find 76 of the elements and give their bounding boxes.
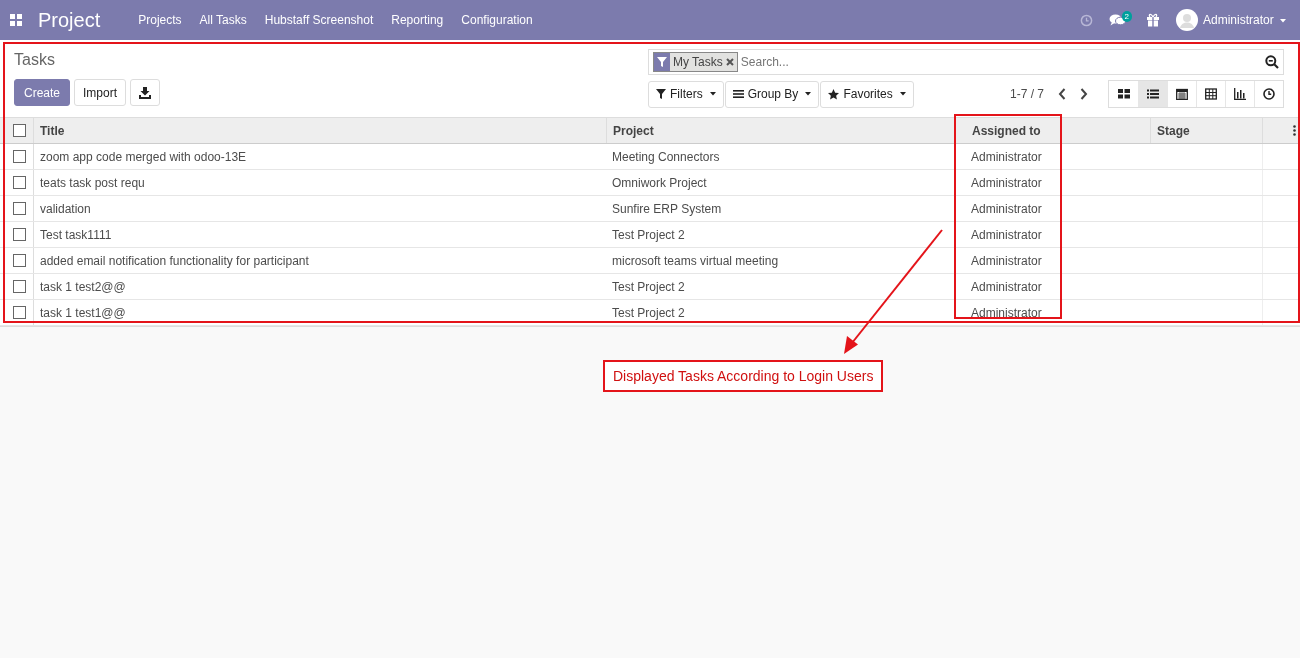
- table-cell: added email notification functionality for participant: [40, 253, 309, 268]
- filter-dropdown-button[interactable]: Favorites: [820, 80, 914, 108]
- star-icon: [828, 88, 840, 100]
- graph-icon: [1234, 88, 1246, 100]
- search-facet[interactable]: My Tasks: [653, 52, 738, 72]
- column-header[interactable]: Assigned to: [955, 118, 1150, 143]
- calendar-icon: [1176, 88, 1188, 100]
- search-icon[interactable]: [1265, 55, 1279, 69]
- row-checkbox[interactable]: [13, 176, 26, 189]
- list-icon: [1147, 88, 1159, 100]
- table-cell: task 1 test1@@: [40, 305, 126, 320]
- menu-link[interactable]: All Tasks: [199, 13, 247, 27]
- caret-icon: [805, 92, 812, 96]
- table-cell: Meeting Connectors: [612, 149, 720, 164]
- app-title: Project: [38, 8, 101, 32]
- table-cell: microsoft teams virtual meeting: [612, 253, 779, 268]
- filter-icon: [656, 89, 666, 99]
- row-checkbox[interactable]: [13, 228, 26, 241]
- pivot-icon: [1205, 88, 1217, 100]
- table-cell: task 1 test2@@: [40, 279, 126, 294]
- gift-icon[interactable]: [1145, 13, 1160, 27]
- activity-icon: [1263, 88, 1275, 100]
- list-icon: [732, 89, 744, 99]
- table-cell: validation: [40, 201, 91, 216]
- apps-grid-icon[interactable]: [10, 14, 22, 26]
- pager-value[interactable]: 1-7 / 7: [1009, 87, 1044, 101]
- row-checkbox[interactable]: [13, 254, 26, 267]
- breadcrumb-title: Tasks: [14, 51, 56, 69]
- row-checkbox[interactable]: [13, 280, 26, 293]
- column-header[interactable]: Project: [606, 118, 955, 143]
- table-cell: Test Project 2: [612, 305, 685, 320]
- menu-link[interactable]: Configuration: [461, 13, 533, 27]
- filter-icon: [657, 57, 667, 67]
- message-count-badge: 2: [1121, 10, 1132, 22]
- filter-dropdown-button[interactable]: Group By: [724, 80, 820, 108]
- table-cell: Test task1111: [40, 227, 112, 242]
- row-checkbox[interactable]: [13, 150, 26, 163]
- table-cell: Sunfire ERP System: [612, 201, 722, 216]
- user-menu[interactable]: Administrator: [1202, 13, 1286, 27]
- list-view-button[interactable]: [1138, 81, 1167, 107]
- search-field[interactable]: My Tasks Search...: [648, 49, 1284, 75]
- create-button[interactable]: Create: [14, 79, 71, 106]
- row-checkbox[interactable]: [13, 306, 26, 319]
- table-cell: Test Project 2: [612, 279, 685, 294]
- table-cell: Administrator: [971, 253, 1042, 268]
- menu-link[interactable]: Hubstaff Screenshot: [264, 13, 374, 27]
- download-icon: [139, 86, 152, 99]
- previous-icon[interactable]: [1058, 88, 1066, 100]
- table-cell: Administrator: [971, 175, 1042, 190]
- table-cell: Omniwork Project: [612, 175, 707, 190]
- column-header[interactable]: Title: [33, 118, 606, 143]
- table-cell: Administrator: [971, 227, 1042, 242]
- table-cell: Administrator: [971, 279, 1042, 294]
- table-cell: Test Project 2: [612, 227, 685, 242]
- caret-icon: [1280, 18, 1286, 23]
- row-checkbox[interactable]: [13, 202, 26, 215]
- next-icon[interactable]: [1080, 88, 1088, 100]
- table-cell: zoom app code merged with odoo-13E: [40, 149, 247, 164]
- menu-link[interactable]: Projects: [138, 13, 182, 27]
- column-header[interactable]: Stage: [1150, 118, 1262, 143]
- annotation-callout: Displayed Tasks According to Login Users: [603, 360, 884, 392]
- table-cell: teats task post requ: [40, 175, 145, 190]
- select-all-checkbox[interactable]: [13, 124, 26, 137]
- user-avatar-icon[interactable]: [1175, 9, 1198, 31]
- caret-icon: [899, 92, 906, 96]
- import-button[interactable]: Import: [74, 79, 127, 106]
- remove-icon[interactable]: [725, 58, 734, 66]
- caret-icon: [709, 92, 716, 96]
- download-button[interactable]: [130, 79, 161, 106]
- table-cell: Administrator: [971, 149, 1042, 164]
- kanban-icon: [1117, 88, 1130, 100]
- filter-dropdown-button[interactable]: Filters: [648, 80, 724, 108]
- table-cell: Administrator: [971, 201, 1042, 216]
- column-options-icon[interactable]: [1293, 125, 1296, 136]
- menu-link[interactable]: Reporting: [391, 13, 444, 27]
- table-cell: Administrator: [971, 305, 1042, 320]
